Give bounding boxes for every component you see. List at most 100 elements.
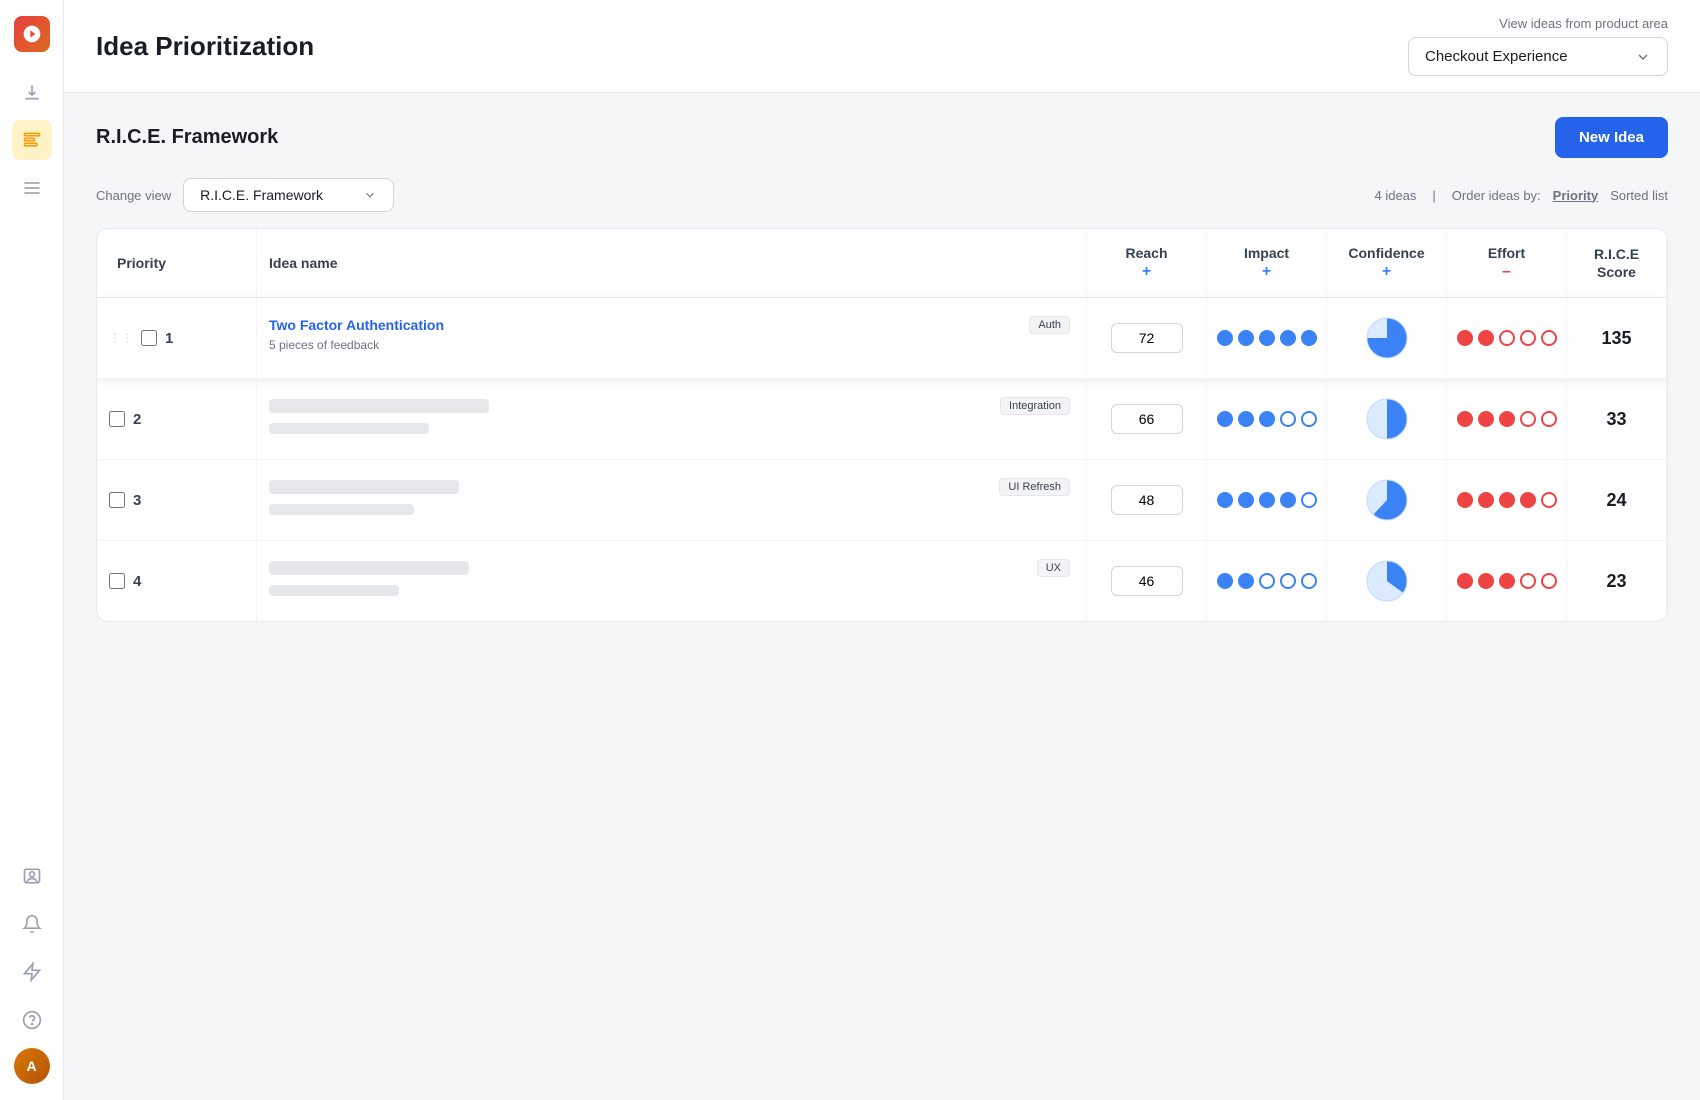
effort-dot-0[interactable] xyxy=(1457,411,1473,427)
impact-dot-0[interactable] xyxy=(1217,573,1233,589)
effort-dot-4[interactable] xyxy=(1541,411,1557,427)
reach-input[interactable] xyxy=(1111,566,1183,596)
row-number: 2 xyxy=(133,411,141,428)
view-select[interactable]: R.I.C.E. Framework xyxy=(183,178,394,212)
effort-dot-0[interactable] xyxy=(1457,573,1473,589)
th-reach: Reach + xyxy=(1087,229,1207,297)
impact-dot-1[interactable] xyxy=(1238,330,1254,346)
idea-feedback-skeleton xyxy=(269,423,429,434)
confidence-cell xyxy=(1327,541,1447,621)
order-by-priority[interactable]: Priority xyxy=(1553,188,1599,203)
list-view-icon[interactable] xyxy=(12,168,52,208)
avatar-initials: A xyxy=(14,1048,50,1084)
product-area-value: Checkout Experience xyxy=(1425,48,1568,65)
reach-input[interactable] xyxy=(1111,404,1183,434)
effort-dots xyxy=(1457,492,1557,508)
app-logo[interactable] xyxy=(14,16,50,52)
row-checkbox[interactable] xyxy=(141,330,157,346)
score-cell: 33 xyxy=(1567,379,1667,459)
controls-row: Change view R.I.C.E. Framework 4 ideas |… xyxy=(96,178,1668,212)
table-row: 2 Integration 33 xyxy=(97,379,1667,460)
impact-dot-2[interactable] xyxy=(1259,492,1275,508)
row-checkbox[interactable] xyxy=(109,573,125,589)
impact-dot-1[interactable] xyxy=(1238,573,1254,589)
impact-dot-3[interactable] xyxy=(1280,330,1296,346)
row-number: 3 xyxy=(133,492,141,509)
impact-dot-2[interactable] xyxy=(1259,411,1275,427)
effort-dot-1[interactable] xyxy=(1478,573,1494,589)
impact-dot-4[interactable] xyxy=(1301,330,1317,346)
impact-dot-4[interactable] xyxy=(1301,573,1317,589)
effort-dot-0[interactable] xyxy=(1457,330,1473,346)
confidence-pie[interactable] xyxy=(1365,478,1409,522)
priority-cell: 2 xyxy=(97,379,257,459)
view-select-chevron-icon xyxy=(363,188,377,202)
score-cell: 135 xyxy=(1567,298,1667,378)
impact-dot-3[interactable] xyxy=(1280,573,1296,589)
lightning-icon[interactable] xyxy=(12,952,52,992)
impact-dot-2[interactable] xyxy=(1259,330,1275,346)
effort-dot-4[interactable] xyxy=(1541,573,1557,589)
row-number: 1 xyxy=(165,330,173,347)
table-row: 3 UI Refresh 24 xyxy=(97,460,1667,541)
effort-dot-3[interactable] xyxy=(1520,573,1536,589)
sidebar: A xyxy=(0,0,64,1100)
effort-cell xyxy=(1447,379,1567,459)
idea-tag: UX xyxy=(1037,559,1070,577)
effort-dots xyxy=(1457,330,1557,346)
effort-dot-2[interactable] xyxy=(1499,330,1515,346)
confidence-pie[interactable] xyxy=(1365,397,1409,441)
chevron-down-icon xyxy=(1635,49,1651,65)
impact-dot-4[interactable] xyxy=(1301,492,1317,508)
idea-name-link[interactable]: Two Factor Authentication xyxy=(269,317,444,333)
row-checkbox[interactable] xyxy=(109,411,125,427)
effort-dot-1[interactable] xyxy=(1478,492,1494,508)
row-checkbox[interactable] xyxy=(109,492,125,508)
new-idea-button[interactable]: New Idea xyxy=(1555,117,1668,158)
effort-dot-2[interactable] xyxy=(1499,411,1515,427)
impact-dot-2[interactable] xyxy=(1259,573,1275,589)
effort-dot-3[interactable] xyxy=(1520,330,1536,346)
effort-dot-3[interactable] xyxy=(1520,411,1536,427)
impact-dot-0[interactable] xyxy=(1217,330,1233,346)
order-label: Order ideas by: xyxy=(1452,188,1541,203)
reach-input[interactable] xyxy=(1111,485,1183,515)
roadmap-icon[interactable] xyxy=(12,120,52,160)
effort-dot-4[interactable] xyxy=(1541,330,1557,346)
effort-dot-4[interactable] xyxy=(1541,492,1557,508)
product-area-select[interactable]: Checkout Experience xyxy=(1408,37,1668,76)
confidence-pie[interactable] xyxy=(1365,559,1409,603)
download-icon[interactable] xyxy=(12,72,52,112)
impact-dot-0[interactable] xyxy=(1217,411,1233,427)
help-icon[interactable] xyxy=(12,1000,52,1040)
impact-dot-1[interactable] xyxy=(1238,492,1254,508)
effort-dot-3[interactable] xyxy=(1520,492,1536,508)
bell-icon[interactable] xyxy=(12,904,52,944)
effort-dot-1[interactable] xyxy=(1478,411,1494,427)
effort-dot-2[interactable] xyxy=(1499,492,1515,508)
divider: | xyxy=(1432,188,1435,203)
idea-name-cell: UX xyxy=(257,541,1087,621)
sorted-list-label[interactable]: Sorted list xyxy=(1610,188,1668,203)
main-content: Idea Prioritization View ideas from prod… xyxy=(64,0,1700,1100)
impact-dot-1[interactable] xyxy=(1238,411,1254,427)
impact-dot-3[interactable] xyxy=(1280,411,1296,427)
impact-dot-0[interactable] xyxy=(1217,492,1233,508)
effort-dot-0[interactable] xyxy=(1457,492,1473,508)
score-cell: 24 xyxy=(1567,460,1667,540)
impact-dot-3[interactable] xyxy=(1280,492,1296,508)
reach-modifier: + xyxy=(1142,263,1151,281)
reach-cell xyxy=(1087,541,1207,621)
priority-cell: 3 xyxy=(97,460,257,540)
reach-cell xyxy=(1087,379,1207,459)
confidence-pie[interactable] xyxy=(1365,316,1409,360)
rice-score: 23 xyxy=(1606,571,1626,592)
idea-feedback: 5 pieces of feedback xyxy=(269,338,379,352)
effort-dot-1[interactable] xyxy=(1478,330,1494,346)
impact-dot-4[interactable] xyxy=(1301,411,1317,427)
avatar[interactable]: A xyxy=(14,1048,50,1084)
reach-input[interactable] xyxy=(1111,323,1183,353)
ideas-table: Priority Idea name Reach + Impact + Conf… xyxy=(96,228,1668,622)
effort-dot-2[interactable] xyxy=(1499,573,1515,589)
contact-icon[interactable] xyxy=(12,856,52,896)
